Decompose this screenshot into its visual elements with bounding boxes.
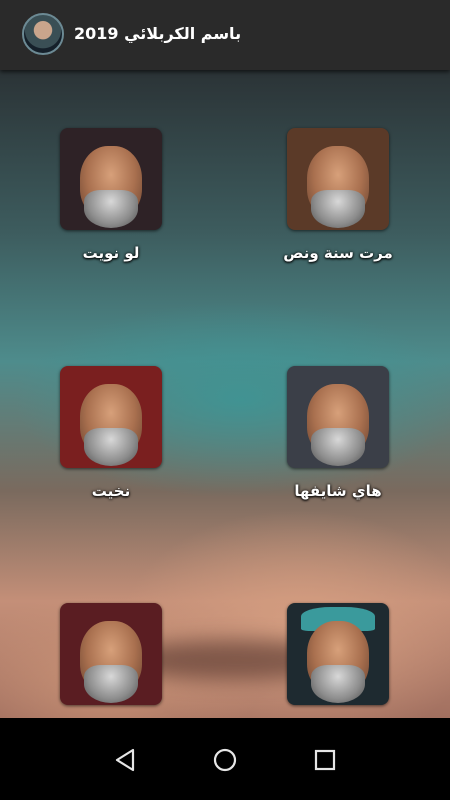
track-thumbnail[interactable] [60, 366, 162, 468]
track-title[interactable]: لو نويت [31, 244, 191, 262]
recents-icon[interactable] [305, 740, 345, 780]
track-tile[interactable]: مرت سنة ونص [258, 128, 418, 262]
track-tile[interactable]: نخيت [31, 366, 191, 500]
track-grid: مرت سنة ونص لو نويت هاي شايفها نخيت [0, 70, 450, 718]
track-tile[interactable]: لو نويت [31, 128, 191, 262]
app-title: باسم الكربلائي 2019 [74, 24, 242, 43]
track-tile[interactable] [31, 603, 191, 718]
track-tile[interactable] [258, 603, 418, 718]
track-title[interactable]: مرت سنة ونص [258, 244, 418, 262]
app-bar: باسم الكربلائي 2019 [0, 0, 450, 70]
track-thumbnail[interactable] [287, 603, 389, 705]
home-icon[interactable] [205, 740, 245, 780]
system-nav-bar [0, 718, 450, 800]
app-avatar-icon [22, 13, 64, 55]
track-thumbnail[interactable] [60, 128, 162, 230]
back-icon[interactable] [105, 740, 145, 780]
track-thumbnail[interactable] [287, 366, 389, 468]
track-title[interactable]: نخيت [31, 482, 191, 500]
track-thumbnail[interactable] [287, 128, 389, 230]
track-title[interactable]: هاي شايفها [258, 482, 418, 500]
track-tile[interactable]: هاي شايفها [258, 366, 418, 500]
track-thumbnail[interactable] [60, 603, 162, 705]
